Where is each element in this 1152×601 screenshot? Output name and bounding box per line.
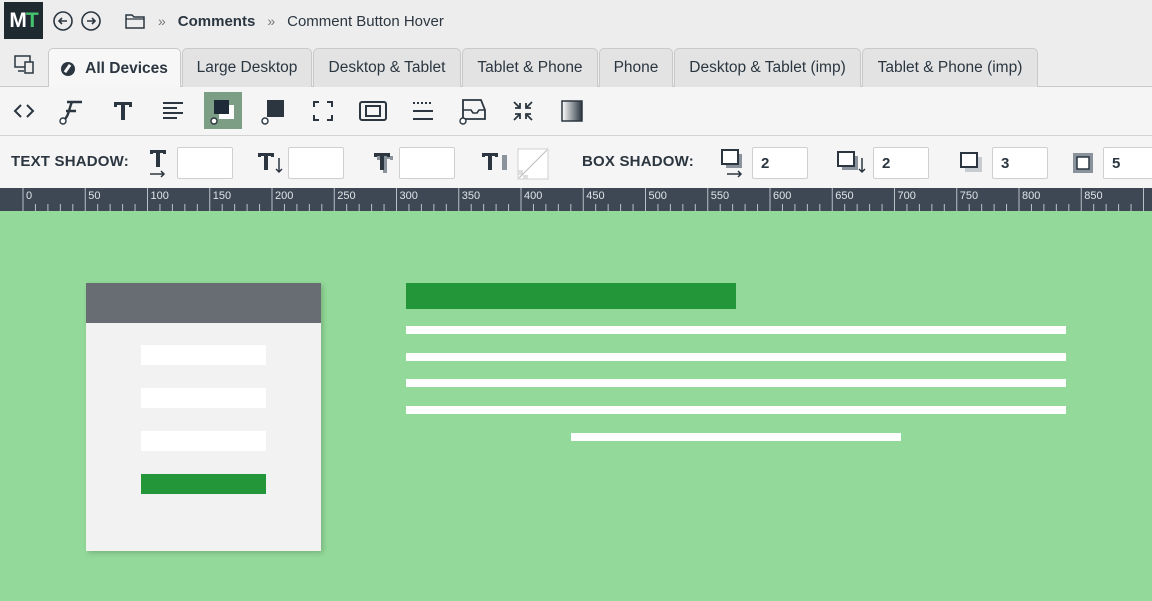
code-icon[interactable] [5,92,43,129]
ruler-label: 600 [773,190,791,202]
tab-label: Tablet & Phone [477,59,583,76]
breadcrumb-current: Comment Button Hover [287,12,444,30]
text-shadow-color-icon [480,148,510,178]
back-icon[interactable] [52,10,74,32]
ruler-label: 750 [960,190,978,202]
style-toolbar [0,87,1152,136]
app-logo[interactable]: MT [4,2,43,39]
comment-card[interactable] [86,283,321,551]
paint-icon [61,61,76,76]
placeholder-line [141,431,266,451]
tab-desktop-tablet-imp[interactable]: Desktop & Tablet (imp) [674,48,861,87]
tab-label: Large Desktop [196,59,298,76]
tab-desktop-tablet[interactable]: Desktop & Tablet [313,48,461,87]
placeholder-line [141,345,266,365]
tab-label: Desktop & Tablet [328,59,446,76]
text-shadow-horizontal-icon [145,148,175,178]
tab-label: Phone [613,59,659,76]
ruler-label: 700 [898,190,916,202]
breadcrumb-separator: » [267,13,276,29]
top-bar: MT » Comments » Comment Button Hover [0,0,1152,42]
tab-label: Desktop & Tablet (imp) [689,59,846,76]
tab-label: All Devices [85,59,168,77]
card-header-bar [86,283,321,323]
text-shadow-blur-input[interactable] [399,147,455,179]
box-color-icon[interactable] [254,92,292,129]
device-tabs: All Devices Large Desktop Desktop & Tabl… [0,42,1152,88]
folder-icon[interactable] [124,12,146,30]
tab-tablet-phone[interactable]: Tablet & Phone [462,48,598,87]
expand-icon[interactable] [304,92,342,129]
text-placeholder-line-short [571,433,901,441]
ruler-label: 200 [275,190,293,202]
shadow-properties: TEXT SHADOW: BOX SHADOW: [0,136,1152,188]
horizontal-ruler[interactable]: 0 50 100 150 200 250 300 350 400 450 500 550 600 650 7… [0,188,1152,211]
text-shadow-vertical-input[interactable] [288,147,344,179]
ruler-label: 450 [586,190,604,202]
font-family-icon[interactable] [52,92,90,129]
ruler-label: 0 [26,190,32,202]
ruler-label: 50 [88,190,100,202]
text-shadow-vertical-icon [255,148,285,178]
tab-all-devices[interactable]: All Devices [48,48,181,88]
box-shadow-blur-icon [957,148,987,178]
compress-icon[interactable] [504,92,542,129]
ruler-label: 350 [462,190,480,202]
headline-placeholder [406,283,736,309]
ruler-label: 850 [1084,190,1102,202]
text-icon[interactable] [104,92,142,129]
ruler-label: 650 [835,190,853,202]
box-shadow-vertical-icon [836,148,866,178]
tab-phone[interactable]: Phone [599,48,673,87]
box-shadow-label: BOX SHADOW: [582,153,694,170]
text-shadow-label: TEXT SHADOW: [11,153,129,170]
padding-icon[interactable] [354,92,392,129]
box-shadow-blur-input[interactable] [992,147,1048,179]
tab-large-desktop[interactable]: Large Desktop [182,48,312,87]
box-shadow-vertical-input[interactable] [873,147,929,179]
ruler-label: 550 [711,190,729,202]
box-shadow-spread-icon [1068,148,1098,178]
tab-tablet-phone-imp[interactable]: Tablet & Phone (imp) [862,48,1038,87]
box-shadow-horizontal-icon [718,148,748,178]
ruler-label: 500 [649,190,667,202]
gradient-icon[interactable] [553,92,591,129]
breadcrumb: » Comments » Comment Button Hover [124,0,444,42]
breadcrumb-parent[interactable]: Comments [178,13,256,30]
box-shadow-horizontal-input[interactable] [752,147,808,179]
text-placeholder-line [406,353,1066,361]
align-icon[interactable] [154,92,192,129]
color-swatch-empty[interactable] [517,148,549,180]
placeholder-line [141,388,266,408]
devices-icon[interactable] [12,52,36,76]
comment-button-hover[interactable] [141,474,266,494]
ruler-label: 150 [213,190,231,202]
forward-icon[interactable] [80,10,102,32]
text-placeholder-line [406,379,1066,387]
ruler-label: 250 [337,190,355,202]
text-shadow-horizontal-input[interactable] [177,147,233,179]
tab-label: Tablet & Phone (imp) [877,59,1023,76]
ruler-label: 300 [400,190,418,202]
ruler-label: 800 [1022,190,1040,202]
line-spacing-icon[interactable] [404,92,442,129]
box-shadow-spread-input[interactable] [1103,147,1152,179]
ruler-label: 400 [524,190,542,202]
breadcrumb-separator: » [158,13,166,29]
design-canvas[interactable] [0,211,1152,601]
text-shadow-tool-icon[interactable] [204,92,242,129]
tray-icon[interactable] [452,92,490,129]
text-placeholder-line [406,326,1066,334]
ruler-ticks: 0 50 100 150 200 250 300 350 400 450 500 550 600 650 7… [22,188,1144,211]
text-placeholder-line [406,406,1066,414]
text-shadow-blur-icon [368,148,398,178]
ruler-label: 100 [151,190,169,202]
